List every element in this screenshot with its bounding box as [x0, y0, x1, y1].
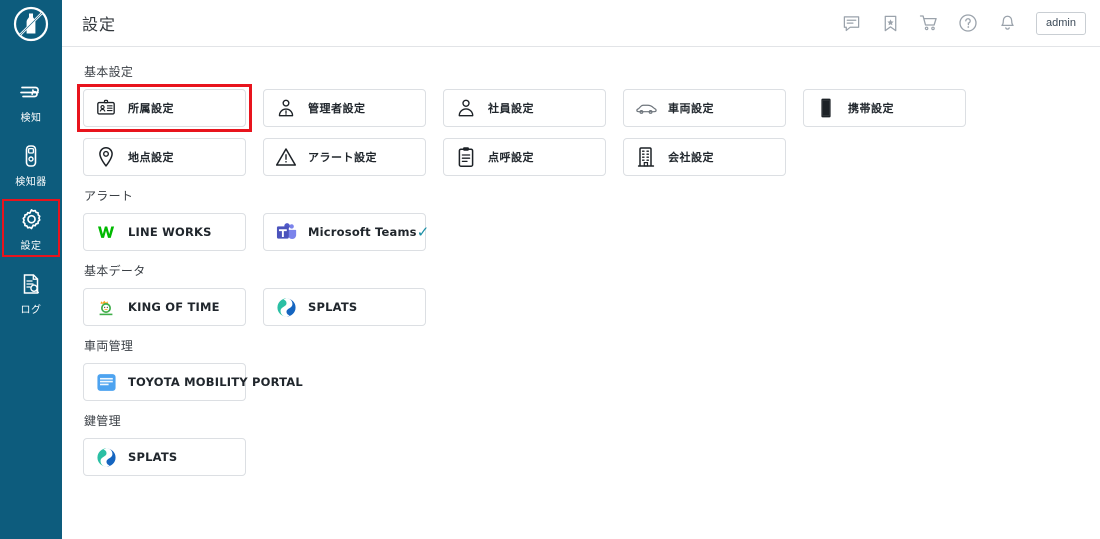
- card-label: KING OF TIME: [128, 300, 220, 314]
- map-pin-icon: [95, 146, 117, 168]
- clipboard-icon: [455, 146, 477, 168]
- card-splats-key-management[interactable]: SPLATS: [83, 438, 246, 476]
- admin-user-icon: [275, 97, 297, 119]
- sidebar-item-label: ログ: [20, 304, 42, 316]
- gear-icon: [19, 207, 44, 233]
- sidebar-item-label: 検知器: [15, 176, 47, 188]
- card-line-works[interactable]: LINE WORKS: [83, 213, 246, 251]
- sidebar-item-label: 検知: [20, 112, 42, 124]
- section-title: 車両管理: [84, 339, 134, 353]
- page-header: 設定 admin: [62, 0, 1100, 47]
- card-affiliation-settings[interactable]: 所属設定: [77, 84, 252, 132]
- section-basic-data: 基本データ KING OF TIME SPLATS: [83, 262, 1100, 326]
- section-title: アラート: [84, 189, 134, 203]
- microsoft-teams-logo: [275, 221, 297, 243]
- card-row: 所属設定 管理者設定 社員設定 車両設定 携帯設定: [77, 84, 1100, 132]
- section-title: 基本データ: [84, 264, 146, 278]
- card-alert-settings[interactable]: アラート設定: [263, 138, 426, 176]
- section-vehicle-management: 車両管理 TOYOTA MOBILITY PORTAL: [83, 337, 1100, 401]
- card-label: SPLATS: [128, 450, 178, 464]
- card-vehicle-settings[interactable]: 車両設定: [623, 89, 786, 127]
- splats-logo: [95, 446, 117, 468]
- help-icon[interactable]: [955, 10, 981, 36]
- sidebar: 検知 検知器 設定 ログ: [0, 0, 62, 539]
- content-area: 設定 admin 基本設定 所属設定 管理者設定 社員設定 車両設定 携帯設定 …: [62, 0, 1100, 539]
- card-splats-basic-data[interactable]: SPLATS: [263, 288, 426, 326]
- card-rollcall-settings[interactable]: 点呼設定: [443, 138, 606, 176]
- card-label: 所属設定: [128, 102, 174, 115]
- card-label: TOYOTA MOBILITY PORTAL: [128, 375, 303, 389]
- card-label: 点呼設定: [488, 151, 534, 164]
- splats-logo: [275, 296, 297, 318]
- card-admin-settings[interactable]: 管理者設定: [263, 89, 426, 127]
- message-icon[interactable]: [838, 10, 864, 36]
- card-company-settings[interactable]: 会社設定: [623, 138, 786, 176]
- card-label: 管理者設定: [308, 102, 366, 115]
- breathalyzer-device-icon: [18, 143, 44, 169]
- card-label: SPLATS: [308, 300, 358, 314]
- settings-body: 基本設定 所属設定 管理者設定 社員設定 車両設定 携帯設定 地点設定 アラート…: [62, 47, 1100, 539]
- card-label: 社員設定: [488, 102, 534, 115]
- card-label: LINE WORKS: [128, 225, 212, 239]
- sidebar-item-device[interactable]: 検知器: [0, 138, 62, 192]
- line-works-logo: [95, 221, 117, 243]
- cart-icon[interactable]: [916, 10, 942, 36]
- app-root: 検知 検知器 設定 ログ 設定 admin 基本設定 所属設定 管理者設定 社員…: [0, 0, 1100, 539]
- page-title: 設定: [82, 15, 117, 34]
- section-title: 基本設定: [84, 65, 134, 79]
- card-king-of-time[interactable]: KING OF TIME: [83, 288, 246, 326]
- card-location-settings[interactable]: 地点設定: [83, 138, 246, 176]
- card-label: Microsoft Teams: [308, 225, 417, 239]
- log-document-icon: [19, 271, 43, 297]
- app-logo[interactable]: [0, 2, 62, 50]
- section-key-management: 鍵管理 SPLATS: [83, 412, 1100, 476]
- warning-triangle-icon: [275, 146, 297, 168]
- card-row: KING OF TIME SPLATS: [83, 288, 1100, 326]
- card-row: 地点設定 アラート設定 点呼設定 会社設定: [83, 138, 1100, 176]
- card-label: 会社設定: [668, 151, 714, 164]
- card-label: 地点設定: [128, 151, 174, 164]
- check-icon: ✓: [416, 223, 430, 241]
- king-of-time-logo: [95, 296, 117, 318]
- card-label: アラート設定: [308, 151, 377, 164]
- section-title: 鍵管理: [84, 414, 121, 428]
- section-basic-settings: 基本設定 所属設定 管理者設定 社員設定 車両設定 携帯設定 地点設定 アラート…: [77, 63, 1100, 176]
- bell-icon[interactable]: [994, 10, 1020, 36]
- card-microsoft-teams[interactable]: Microsoft Teams ✓: [263, 213, 429, 251]
- id-card-icon: [95, 97, 117, 119]
- card-label: 車両設定: [668, 102, 714, 115]
- card-toyota-mobility-portal[interactable]: TOYOTA MOBILITY PORTAL: [83, 363, 303, 401]
- sidebar-item-label: 設定: [20, 240, 42, 252]
- car-icon: [635, 97, 657, 119]
- sidebar-item-detection[interactable]: 検知: [0, 74, 62, 128]
- bookmark-icon[interactable]: [877, 10, 903, 36]
- no-alcohol-bottle-icon: [12, 5, 50, 48]
- card-row: LINE WORKS Microsoft Teams ✓: [83, 213, 1100, 251]
- building-icon: [635, 146, 657, 168]
- card-employee-settings[interactable]: 社員設定: [443, 89, 606, 127]
- sidebar-item-log[interactable]: ログ: [0, 266, 62, 320]
- card-row: TOYOTA MOBILITY PORTAL: [83, 363, 1100, 401]
- account-button[interactable]: admin: [1036, 11, 1086, 35]
- user-icon: [455, 97, 477, 119]
- card-mobile-settings[interactable]: 携帯設定: [803, 89, 966, 127]
- card-label: 携帯設定: [848, 102, 894, 115]
- mobile-phone-icon: [815, 97, 837, 119]
- sidebar-nav: 検知 検知器 設定 ログ: [0, 74, 62, 330]
- sidebar-item-settings[interactable]: 設定: [0, 199, 62, 257]
- header-actions: admin: [838, 10, 1086, 36]
- section-alert: アラート LINE WORKS Microsoft Teams ✓: [83, 187, 1100, 251]
- toyota-mobility-portal-logo: [95, 371, 117, 393]
- card-row: SPLATS: [83, 438, 1100, 476]
- breath-flow-icon: [18, 79, 44, 105]
